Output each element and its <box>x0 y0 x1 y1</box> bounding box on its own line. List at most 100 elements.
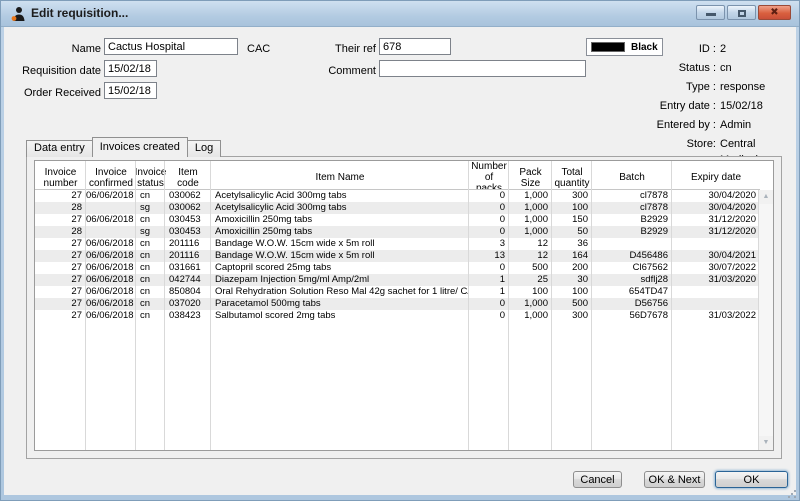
cell-pack-size: 1,000 <box>509 202 552 214</box>
column-divider <box>85 161 86 450</box>
table-row[interactable]: 2706/06/2018cn042744Diazepam Injection 5… <box>35 274 760 286</box>
cell-total-quantity: 300 <box>552 190 592 202</box>
their-ref-label: Their ref <box>296 41 376 57</box>
cell-pack-size: 1,000 <box>509 298 552 310</box>
status-value: cn <box>720 60 732 76</box>
cell-pack-size: 500 <box>509 262 552 274</box>
cell-batch: Cl67562 <box>592 262 672 274</box>
edit-requisition-window: Edit requisition... ✖ Name CAC Requisiti… <box>0 0 800 501</box>
cell-batch: 654TD47 <box>592 286 672 298</box>
column-divider <box>210 161 211 450</box>
scroll-up-icon[interactable]: ▲ <box>759 190 773 204</box>
cell-item-code: 037020 <box>165 298 211 310</box>
minimize-button[interactable] <box>696 5 725 20</box>
cell-total-quantity: 100 <box>552 286 592 298</box>
cell-number-of-packs: 0 <box>469 214 509 226</box>
cell-number-of-packs: 0 <box>469 298 509 310</box>
cell-invoice-status: cn <box>136 310 165 322</box>
column-divider <box>135 161 136 450</box>
close-icon: ✖ <box>759 6 790 20</box>
cell-pack-size: 1,000 <box>509 214 552 226</box>
tab-invoices-created[interactable]: Invoices created <box>92 137 188 157</box>
cell-pack-size: 1,000 <box>509 310 552 322</box>
cell-total-quantity: 50 <box>552 226 592 238</box>
requisition-date-input[interactable] <box>104 60 157 77</box>
table-row[interactable]: 2706/06/2018cn037020Paracetamol 500mg ta… <box>35 298 760 310</box>
cell-invoice-confirmed: 06/06/2018 <box>86 214 136 226</box>
window-title: Edit requisition... <box>31 1 128 26</box>
cell-expiry-date: 30/04/2020 <box>672 190 760 202</box>
comment-input[interactable] <box>379 60 586 77</box>
cell-invoice-confirmed: 06/06/2018 <box>86 298 136 310</box>
cell-item-code: 038423 <box>165 310 211 322</box>
table-row[interactable]: 2706/06/2018cn201116Bandage W.O.W. 15cm … <box>35 238 760 250</box>
cell-invoice-status: cn <box>136 238 165 250</box>
cell-expiry-date: 31/03/2020 <box>672 274 760 286</box>
cell-invoice-confirmed: 06/06/2018 <box>86 286 136 298</box>
cell-batch: B2929 <box>592 214 672 226</box>
column-divider <box>551 161 552 450</box>
cell-item-name: Bandage W.O.W. 15cm wide x 5m roll <box>211 238 469 250</box>
maximize-icon <box>738 10 746 17</box>
ok-button[interactable]: OK <box>715 471 788 488</box>
table-body: 2706/06/2018cn030062Acetylsalicylic Acid… <box>35 190 760 450</box>
cell-item-code: 030453 <box>165 226 211 238</box>
table-row[interactable]: 2706/06/2018cn030062Acetylsalicylic Acid… <box>35 190 760 202</box>
cell-invoice-status: cn <box>136 250 165 262</box>
table-row[interactable]: 2706/06/2018cn850804Oral Rehydration Sol… <box>35 286 760 298</box>
entered-by-value: Admin <box>720 117 751 133</box>
tab-data-entry[interactable]: Data entry <box>26 140 93 157</box>
cell-item-code: 201116 <box>165 238 211 250</box>
cell-expiry-date <box>672 286 760 298</box>
cell-invoice-number: 27 <box>35 262 86 274</box>
table-row[interactable]: 2706/06/2018cn031661Captopril scored 25m… <box>35 262 760 274</box>
cell-total-quantity: 30 <box>552 274 592 286</box>
cell-item-name: Amoxicillin 250mg tabs <box>211 226 469 238</box>
cell-pack-size: 12 <box>509 250 552 262</box>
cell-invoice-number: 27 <box>35 274 86 286</box>
cell-expiry-date: 31/12/2020 <box>672 214 760 226</box>
cell-total-quantity: 100 <box>552 202 592 214</box>
title-bar[interactable]: Edit requisition... ✖ <box>1 1 799 27</box>
cell-batch: D56756 <box>592 298 672 310</box>
cell-expiry-date <box>672 298 760 310</box>
name-input[interactable] <box>104 38 238 55</box>
cell-item-code: 031661 <box>165 262 211 274</box>
cell-batch: D456486 <box>592 250 672 262</box>
order-received-input[interactable] <box>104 82 157 99</box>
resize-grip[interactable] <box>787 489 797 499</box>
their-ref-input[interactable] <box>379 38 451 55</box>
cell-item-code: 030062 <box>165 202 211 214</box>
cell-invoice-confirmed <box>86 202 136 214</box>
invoices-created-panel: Invoice numberInvoice confirmedInvoice s… <box>26 156 782 459</box>
scroll-down-icon[interactable]: ▼ <box>759 436 773 450</box>
table-row[interactable]: 28 sg030062Acetylsalicylic Acid 300mg tab… <box>35 202 760 214</box>
cell-invoice-status: sg <box>136 202 165 214</box>
cell-total-quantity: 164 <box>552 250 592 262</box>
table-row[interactable]: 28sg030453Amoxicillin 250mg tabs01,00050… <box>35 226 760 238</box>
cell-invoice-number: 28 <box>35 226 86 238</box>
cell-expiry-date: 31/03/2022 <box>672 310 760 322</box>
cell-batch: cl7878 <box>592 190 672 202</box>
column-divider <box>508 161 509 450</box>
table-row[interactable]: 2706/06/2018cn201116Bandage W.O.W. 15cm … <box>35 250 760 262</box>
tab-log[interactable]: Log <box>187 140 221 157</box>
ok-next-button[interactable]: OK & Next <box>644 471 705 488</box>
vertical-scrollbar[interactable]: ▲ ▼ <box>758 190 773 450</box>
close-button[interactable]: ✖ <box>758 5 791 20</box>
cell-invoice-confirmed <box>86 226 136 238</box>
maximize-button[interactable] <box>727 5 756 20</box>
cell-invoice-status: cn <box>136 274 165 286</box>
entry-date-label: Entry date : <box>601 98 716 114</box>
name-label: Name <box>4 41 101 57</box>
cell-invoice-number: 27 <box>35 298 86 310</box>
table-row[interactable]: 2706/06/2018cn030453Amoxicillin 250mg ta… <box>35 214 760 226</box>
cell-invoice-number: 28 <box>35 202 86 214</box>
cell-batch: B2929 <box>592 226 672 238</box>
cell-item-name: Diazepam Injection 5mg/ml Amp/2ml <box>211 274 469 286</box>
cell-invoice-confirmed: 06/06/2018 <box>86 262 136 274</box>
table-row[interactable]: 2706/06/2018cn038423Salbutamol scored 2m… <box>35 310 760 322</box>
entered-by-label: Entered by : <box>601 117 716 133</box>
cancel-button[interactable]: Cancel <box>573 471 622 488</box>
cell-item-name: Acetylsalicylic Acid 300mg tabs <box>211 202 469 214</box>
